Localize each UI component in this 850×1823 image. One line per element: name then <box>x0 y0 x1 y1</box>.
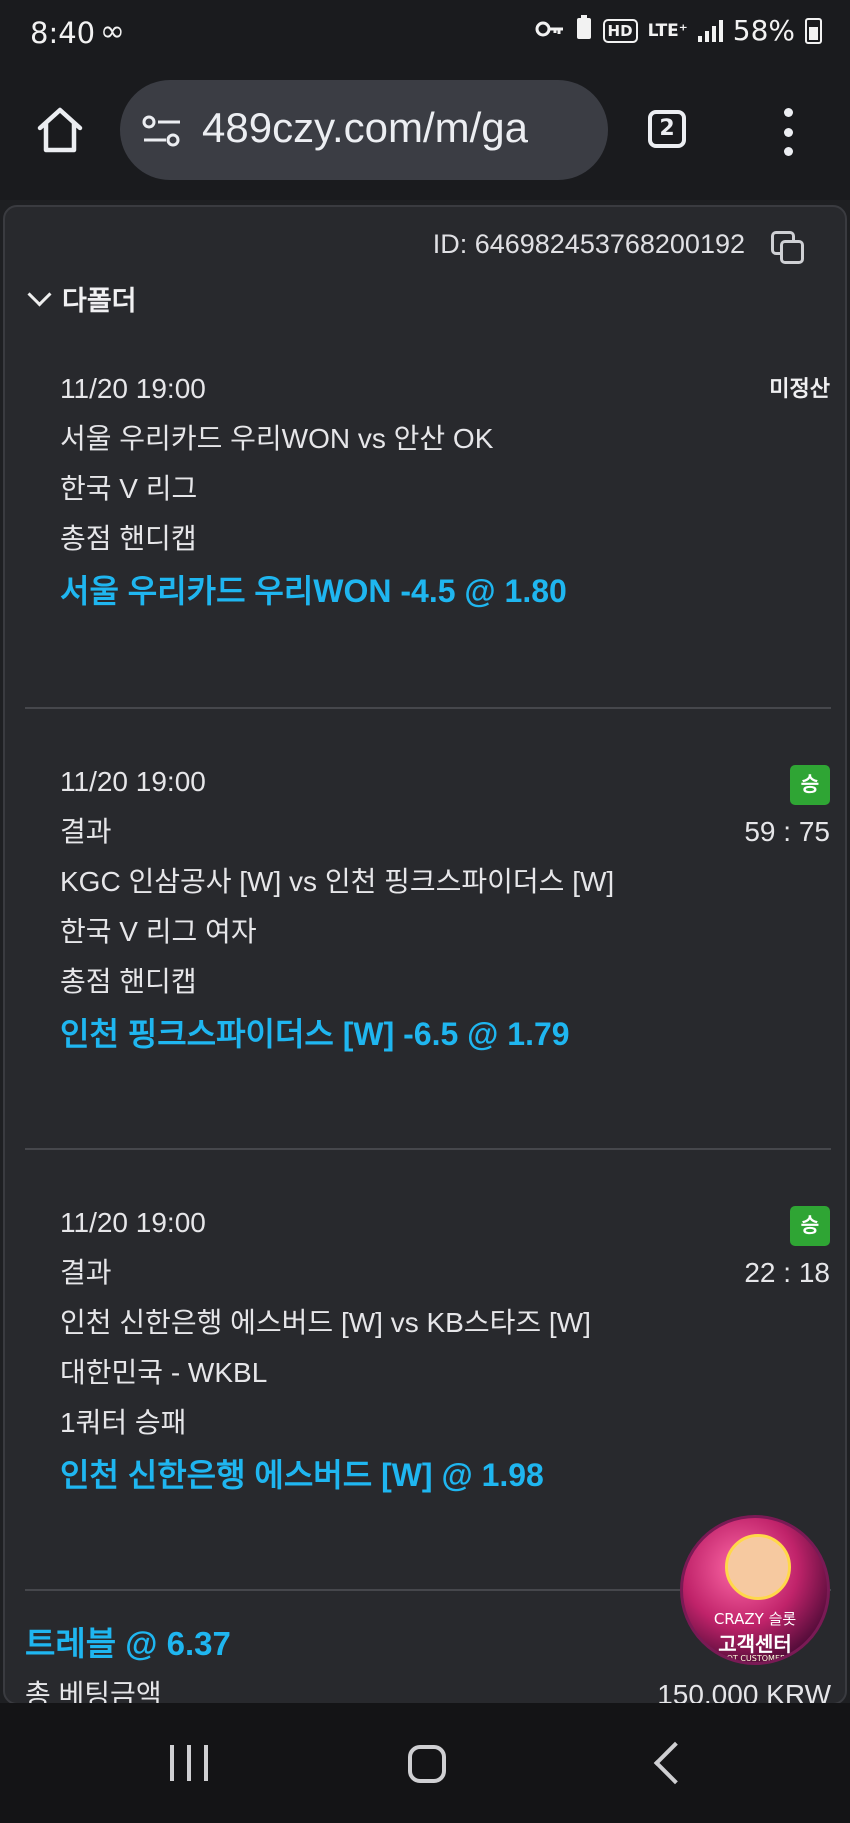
bet-market: 1쿼터 승패 <box>60 1407 187 1438</box>
status-icons: HD LTE⁺ 58% <box>535 14 822 47</box>
stake-value: 150,000 KRW <box>657 1679 831 1705</box>
bet-pick: 서울 우리카드 우리WON -4.5 @ 1.80 <box>60 573 567 609</box>
chevron-down-icon <box>27 282 52 307</box>
divider <box>25 707 831 709</box>
mascot-icon <box>725 1534 791 1600</box>
result-label: 결과 <box>60 1257 112 1288</box>
bet-item: 11/20 19:00 승 결과 59 : 75 KGC 인삼공사 [W] vs… <box>60 757 830 1061</box>
section-toggle[interactable]: 다폴더 <box>25 279 137 318</box>
cs-brand: CRAZY 슬롯 <box>713 1610 797 1628</box>
tab-switcher-button[interactable]: 2 <box>648 110 686 148</box>
infinity-icon: ∞ <box>100 14 125 49</box>
more-menu-icon[interactable] <box>776 108 800 156</box>
divider <box>25 1148 831 1150</box>
bet-match: 서울 우리카드 우리WON vs 안산 OK <box>60 423 494 454</box>
battery-icon <box>805 17 822 44</box>
bet-league: 한국 V 리그 여자 <box>60 916 257 947</box>
bet-match: 인천 신한은행 에스버드 [W] vs KB스타즈 [W] <box>60 1307 591 1338</box>
bet-league: 한국 V 리그 <box>60 473 198 504</box>
home-button[interactable] <box>34 104 86 156</box>
ticket-id: ID: 646982453768200192 <box>432 229 745 259</box>
bet-datetime: 11/20 19:00 <box>60 766 206 797</box>
copy-icon[interactable] <box>771 231 805 265</box>
cs-label: 고객센터 <box>718 1632 792 1656</box>
hd-voice-icon: HD <box>602 18 638 43</box>
bet-market: 총점 핸디캡 <box>60 966 197 997</box>
system-nav-bar <box>0 1703 850 1823</box>
win-badge: 승 <box>790 765 830 805</box>
bet-score: 59 : 75 <box>744 816 830 847</box>
browser-toolbar: 489czy.com/m/ga 2 <box>0 72 850 200</box>
battery-saver-icon <box>575 14 593 47</box>
back-icon[interactable] <box>653 1741 697 1785</box>
key-icon <box>535 17 565 45</box>
bet-datetime: 11/20 19:00 <box>60 373 206 404</box>
bet-score: 22 : 18 <box>744 1257 830 1288</box>
url-text[interactable]: 489czy.com/m/ga <box>202 104 528 152</box>
stake-label: 총 베팅금액 <box>25 1679 162 1705</box>
bet-match: KGC 인삼공사 [W] vs 인천 핑크스파이더스 [W] <box>60 866 615 897</box>
bet-pick: 인천 핑크스파이더스 [W] -6.5 @ 1.79 <box>60 1016 570 1052</box>
bet-item: 11/20 19:00 미정산 서울 우리카드 우리WON vs 안산 OK 한… <box>60 364 830 618</box>
bet-item: 11/20 19:00 승 결과 22 : 18 인천 신한은행 에스버드 [W… <box>60 1198 830 1502</box>
result-label: 결과 <box>60 816 112 847</box>
nav-home-icon[interactable] <box>408 1745 446 1783</box>
site-settings-icon[interactable] <box>142 114 182 148</box>
address-bar[interactable]: 489czy.com/m/ga <box>120 80 608 180</box>
bet-pick: 인천 신한은행 에스버드 [W] @ 1.98 <box>60 1457 544 1493</box>
home-icon <box>37 107 83 153</box>
lte-icon: LTE⁺ <box>647 20 688 41</box>
customer-service-button[interactable]: CRAZY 슬롯 고객센터 CRAZY SLOT CUSTOMER SERVIC… <box>680 1515 830 1665</box>
bet-ticket-card: ID: 646982453768200192 다폴더 11/20 19:00 미… <box>3 205 847 1705</box>
status-bar: 8:40 ∞ HD LTE⁺ 58% <box>0 0 850 72</box>
bet-market: 총점 핸디캡 <box>60 523 197 554</box>
bet-status: 미정산 <box>769 376 830 401</box>
bet-datetime: 11/20 19:00 <box>60 1207 206 1238</box>
battery-percent: 58% <box>732 14 795 47</box>
status-time: 8:40 <box>30 16 96 50</box>
bet-league: 대한민국 - WKBL <box>60 1357 268 1388</box>
signal-icon <box>697 19 723 42</box>
recent-apps-icon[interactable] <box>170 1745 208 1781</box>
cs-sub: CRAZY SLOT CUSTOMER SERVICE <box>688 1654 822 1663</box>
section-title: 다폴더 <box>62 286 137 317</box>
win-badge: 승 <box>790 1206 830 1246</box>
